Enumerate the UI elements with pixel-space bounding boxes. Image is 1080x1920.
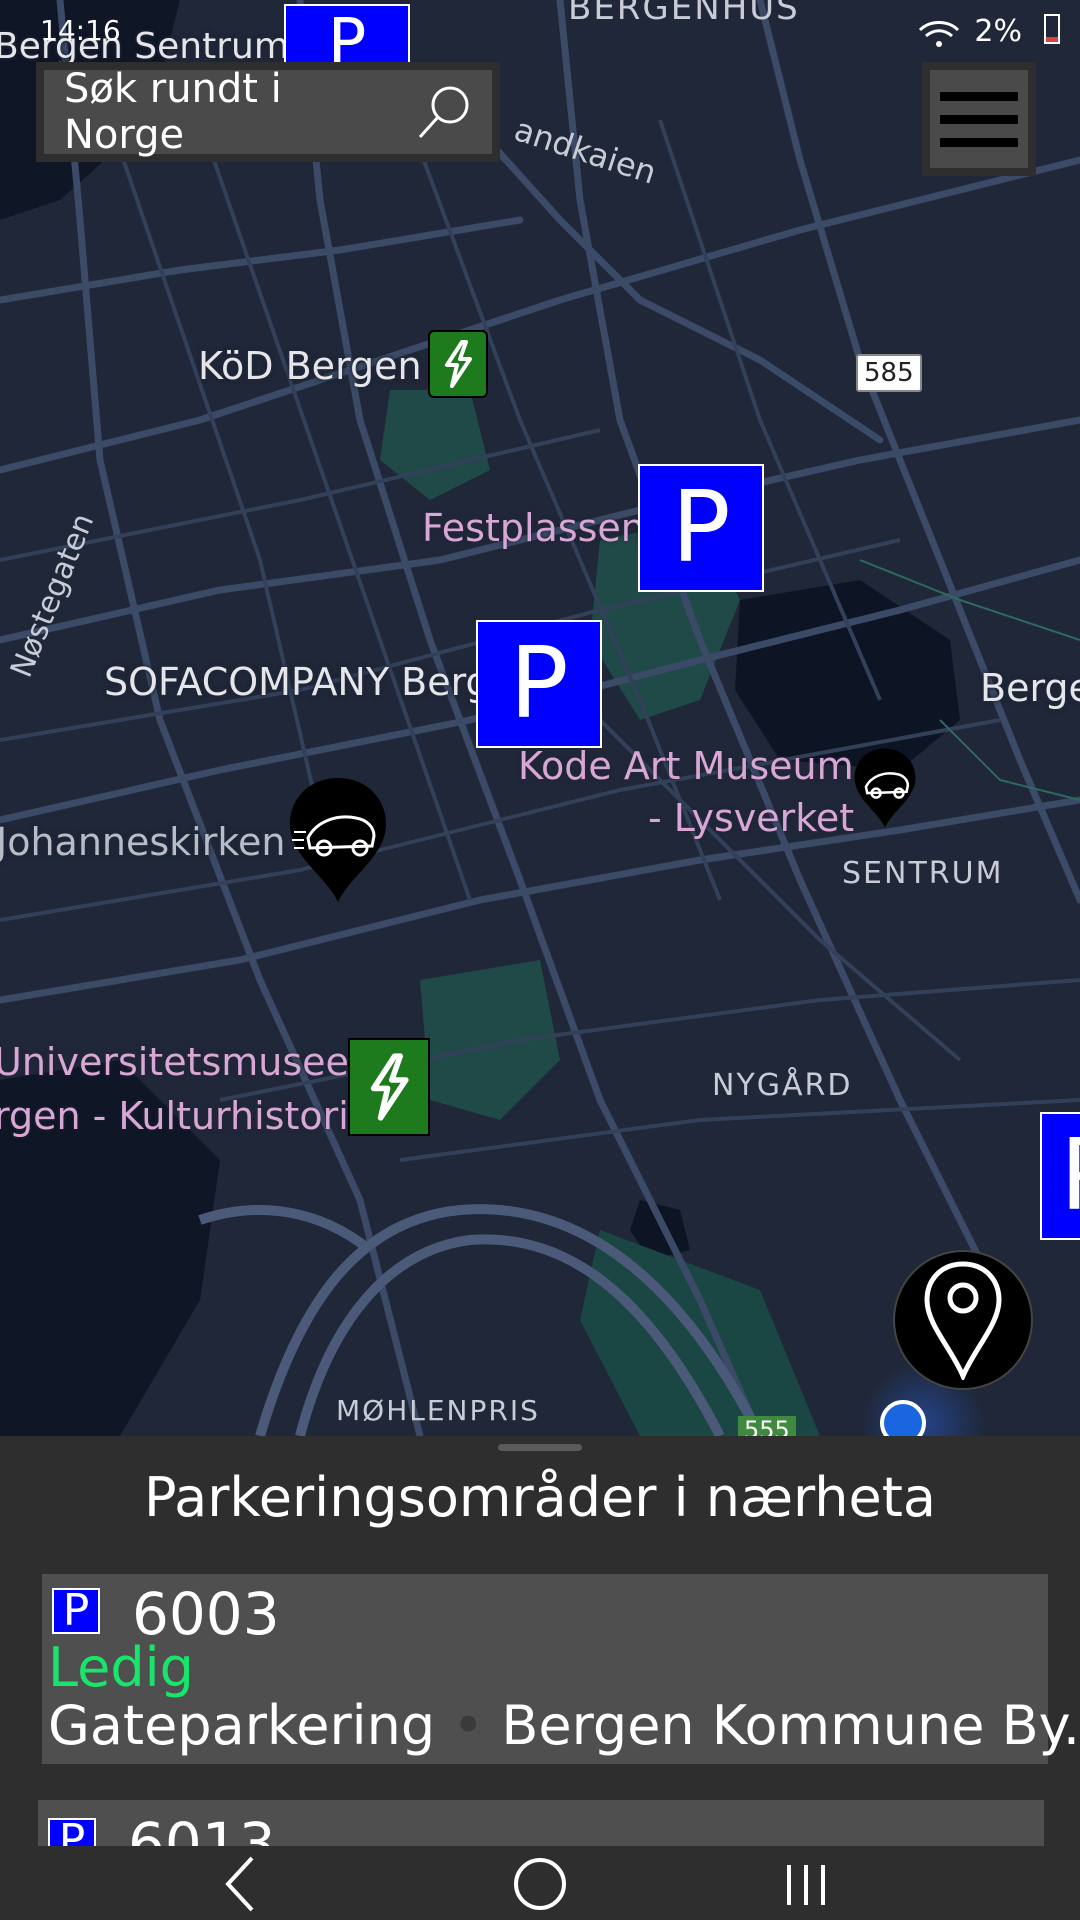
map-view[interactable]: Bergen Sentrum BERGENHUS andkaien KöD Be… (0, 0, 1080, 1436)
separator-dot: • (452, 1694, 485, 1757)
parking-operator: Bergen Kommune By... (501, 1694, 1080, 1757)
map-label-universitetsmuseet-line1[interactable]: Universitetsmuseet i (0, 1040, 386, 1084)
parking-description: Gateparkering • Bergen Kommune By... (48, 1694, 1080, 1757)
recents-icon (787, 1865, 825, 1905)
car-pin-marker[interactable] (286, 776, 390, 908)
parking-marker[interactable]: P (638, 464, 764, 592)
map-label-kode-museum-line1[interactable]: Kode Art Museum (518, 744, 854, 788)
hamburger-icon (940, 91, 1018, 101)
map-label-bergen: Berge (980, 666, 1080, 710)
sheet-title: Parkeringsområder i nærheta (143, 1466, 937, 1529)
map-label-festplassen[interactable]: Festplassen (422, 506, 645, 550)
map-label-sofacompany[interactable]: SOFACOMPANY Berg (104, 660, 490, 704)
lightning-icon (445, 340, 472, 388)
search-placeholder: Søk rundt i Norge (64, 66, 282, 158)
parking-icon: P (52, 1588, 100, 1634)
home-button[interactable] (508, 1854, 572, 1914)
search-input[interactable]: Søk rundt i Norge (36, 62, 500, 162)
status-bar: 14:16 2% (0, 0, 1080, 66)
car-pin-marker[interactable] (852, 746, 918, 834)
route-585-badge: 585 (856, 354, 922, 392)
my-location-button[interactable] (893, 1250, 1033, 1390)
sheet-drag-handle[interactable] (498, 1444, 582, 1451)
parking-icon: P (48, 1818, 96, 1846)
ev-charger-marker[interactable] (428, 330, 488, 398)
parking-marker[interactable]: P (476, 620, 602, 748)
hamburger-icon-bar (940, 114, 1018, 124)
map-label-kod-bergen[interactable]: KöD Bergen (198, 344, 422, 388)
parking-area-card[interactable]: P 6003 Ledig Gateparkering • Bergen Komm… (42, 1574, 1080, 1764)
recents-button[interactable] (776, 1854, 836, 1914)
car-icon (854, 748, 916, 828)
map-label-sentrum: SENTRUM (842, 856, 1004, 891)
battery-icon (1044, 14, 1060, 44)
parking-list-sheet[interactable]: Parkeringsområder i nærheta P 6003 Ledig… (0, 1436, 1080, 1846)
map-label-nygard: NYGÅRD (712, 1068, 853, 1103)
ev-charger-marker[interactable] (348, 1038, 430, 1136)
parking-status: Ledig (48, 1636, 194, 1699)
back-button[interactable] (210, 1854, 270, 1914)
map-label-kode-museum-line2[interactable]: - Lysverket (648, 796, 854, 840)
parking-type: Gateparkering (48, 1694, 436, 1757)
battery-percent: 2% (974, 14, 1022, 49)
home-circle-icon (514, 1858, 566, 1910)
menu-button[interactable] (922, 62, 1036, 176)
route-555-badge: 555 (738, 1416, 796, 1436)
hamburger-icon-bar (940, 137, 1018, 147)
wifi-signal-icon (918, 21, 960, 47)
parking-area-card[interactable]: P 6013 (38, 1800, 1044, 1846)
search-icon[interactable] (410, 77, 480, 147)
status-time: 14:16 (40, 14, 121, 47)
map-label-johanneskirken[interactable]: Johanneskirken (0, 820, 285, 864)
parking-marker[interactable]: P (1040, 1112, 1080, 1240)
lightning-icon (370, 1053, 409, 1121)
map-pin-icon (924, 1261, 1002, 1380)
parking-area-number: 6013 (128, 1810, 276, 1846)
back-chevron-icon (225, 1856, 254, 1912)
map-label-mohlenpris: MØHLENPRIS (336, 1394, 540, 1427)
system-navigation-bar (0, 1846, 1080, 1920)
car-icon (290, 778, 386, 902)
map-label-universitetsmuseet-line2[interactable]: rgen - Kulturhistorie (0, 1094, 372, 1138)
